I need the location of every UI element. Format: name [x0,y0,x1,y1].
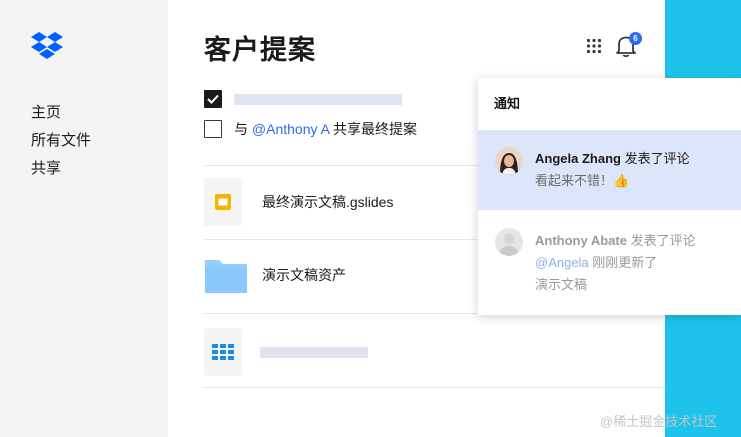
avatar [495,147,523,175]
sidebar-item-shared[interactable]: 共享 [31,155,91,183]
sidebar: 主页 所有文件 共享 [0,0,168,437]
slides-icon [204,178,242,226]
sidebar-item-all-files[interactable]: 所有文件 [31,127,91,155]
notification-mention[interactable]: @Angela [535,255,589,270]
file-name-placeholder [260,346,368,358]
file-row[interactable]: 最终演示文稿.gslides [204,178,393,226]
task-text: 与 @Anthony A 共享最终提案 [234,119,417,139]
notification-item[interactable]: Angela Zhang 发表了评论 看起来不错！👍 [478,130,741,210]
sidebar-item-home[interactable]: 主页 [31,99,91,127]
watermark: @稀土掘金技术社区 [600,414,718,429]
notification-panel: 通知 Angela Zhang 发表了评论 看起来不错！👍 Anthony Ab… [478,78,741,315]
page-title: 客户提案 [204,35,316,65]
task-row: 与 @Anthony A 共享最终提案 [204,119,417,139]
folder-icon [204,252,248,298]
file-row[interactable]: 演示文稿资产 [204,252,346,298]
notification-panel-title: 通知 [494,96,521,111]
notification-message-cont: 演示文稿 [535,277,588,292]
file-row[interactable] [204,328,368,376]
task-mention[interactable]: @Anthony A [252,121,329,137]
file-name: 最终演示文稿.gslides [262,194,394,210]
notification-body: Anthony Abate 发表了评论 @Angela 刚刚更新了 演示文稿 [535,230,696,296]
notification-message: 看起来不错！👍 [535,173,630,188]
task-checkbox-checked[interactable] [204,90,222,108]
divider [204,387,665,388]
notification-author: Angela Zhang [535,151,621,166]
notification-message: 刚刚更新了 [588,255,658,270]
grid-file-icon [204,328,242,376]
file-name: 演示文稿资产 [262,267,346,283]
notification-author: Anthony Abate [535,233,627,248]
notification-item[interactable]: Anthony Abate 发表了评论 @Angela 刚刚更新了 演示文稿 [478,218,741,308]
task-row [204,90,402,108]
task-checkbox[interactable] [204,120,222,138]
notification-action: 发表了评论 [626,233,696,248]
task-text-prefix: 与 [234,121,252,137]
notification-action: 发表了评论 [620,151,690,166]
avatar [495,228,523,256]
dropbox-logo-icon[interactable] [30,31,64,59]
sidebar-nav: 主页 所有文件 共享 [31,99,91,183]
notification-body: Angela Zhang 发表了评论 看起来不错！👍 [535,148,690,192]
apps-grid-icon[interactable] [586,38,602,54]
task-text-placeholder [234,93,402,105]
task-text-suffix: 共享最终提案 [329,121,418,137]
notification-count-badge: 6 [629,32,642,45]
